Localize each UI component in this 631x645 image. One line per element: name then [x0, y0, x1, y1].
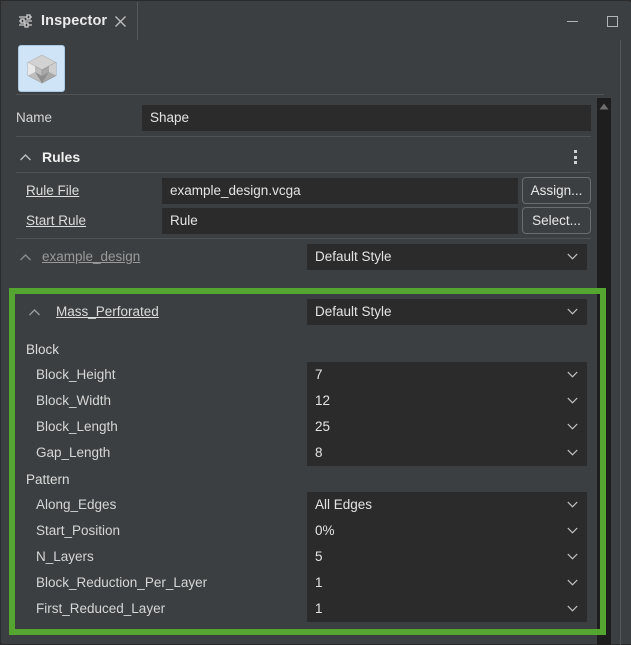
param-row-block-length: Block_Length 25: [16, 414, 591, 440]
param-label-gap-length: Gap_Length: [36, 445, 111, 460]
param-dropdown-along-edges[interactable]: All Edges: [307, 492, 587, 518]
chevron-down-icon: [567, 527, 578, 534]
group-label-block: Block: [26, 342, 60, 357]
param-row-first-reduced-layer: First_Reduced_Layer 1: [16, 596, 591, 622]
rules-section-header[interactable]: Rules: [16, 143, 591, 171]
param-row-start-position: Start_Position 0%: [16, 518, 591, 544]
close-icon[interactable]: [114, 15, 127, 28]
param-dropdown-block-width[interactable]: 12: [307, 388, 587, 414]
param-row-n-layers: N_Layers 5: [16, 544, 591, 570]
chevron-down-icon: [567, 308, 578, 315]
cube-icon[interactable]: [18, 45, 65, 92]
panel-right-edge: [620, 40, 621, 645]
divider-after-rules-header: [16, 172, 591, 173]
chevron-down-icon: [567, 253, 578, 260]
param-label-first-reduced-layer: First_Reduced_Layer: [36, 601, 166, 616]
sliders-icon: [18, 13, 34, 29]
param-label-start-position: Start_Position: [36, 523, 121, 538]
triangle-up-icon[interactable]: [599, 103, 609, 110]
param-label-block-width: Block_Width: [36, 393, 112, 408]
param-value-gap-length: 8: [315, 445, 323, 460]
start-rule-link[interactable]: Start Rule: [26, 206, 86, 236]
example-design-style-dropdown[interactable]: Default Style: [307, 244, 587, 270]
mass-perforated-row: Mass_Perforated Default Style: [16, 297, 591, 327]
rules-section-title: Rules: [42, 149, 81, 165]
mass-perforated-style-dropdown[interactable]: Default Style: [307, 299, 587, 325]
param-dropdown-block-reduction-per-layer[interactable]: 1: [307, 570, 587, 596]
mass-perforated-link[interactable]: Mass_Perforated: [56, 297, 159, 327]
inspector-toolbar: [2, 40, 631, 98]
example-design-style-value: Default Style: [315, 249, 392, 264]
name-row: Name Shape: [16, 103, 591, 133]
chevron-down-icon: [567, 423, 578, 430]
chevron-up-icon[interactable]: [19, 153, 32, 162]
maximize-icon[interactable]: [601, 10, 623, 32]
param-dropdown-block-length[interactable]: 25: [307, 414, 587, 440]
rule-file-link[interactable]: Rule File: [26, 176, 79, 206]
name-input[interactable]: Shape: [142, 105, 591, 131]
tab-inspector-label: Inspector: [41, 13, 108, 29]
divider-after-start-rule: [16, 238, 591, 239]
mass-perforated-style-value: Default Style: [315, 304, 392, 319]
param-value-n-layers: 5: [315, 549, 323, 564]
tab-inspector[interactable]: Inspector: [10, 2, 139, 40]
param-label-block-reduction-per-layer: Block_Reduction_Per_Layer: [36, 575, 208, 590]
param-row-block-reduction-per-layer: Block_Reduction_Per_Layer 1: [16, 570, 591, 596]
chevron-down-icon: [567, 579, 578, 586]
rule-file-row: Rule File example_design.vcga Assign...: [16, 176, 591, 206]
assign-button[interactable]: Assign...: [522, 177, 591, 204]
param-value-start-position: 0%: [315, 523, 335, 538]
minimize-icon[interactable]: [561, 10, 583, 32]
param-dropdown-first-reduced-layer[interactable]: 1: [307, 596, 587, 622]
chevron-down-icon: [567, 553, 578, 560]
param-value-block-width: 12: [315, 393, 331, 408]
param-dropdown-gap-length[interactable]: 8: [307, 440, 587, 466]
param-label-block-height: Block_Height: [36, 367, 116, 382]
param-value-along-edges: All Edges: [315, 497, 373, 512]
rule-file-input[interactable]: example_design.vcga: [162, 178, 518, 204]
inspector-content: Name Shape Rules Rule File example_desig…: [2, 98, 631, 644]
param-dropdown-block-height[interactable]: 7: [307, 362, 587, 388]
chevron-up-icon[interactable]: [19, 253, 32, 262]
param-dropdown-start-position[interactable]: 0%: [307, 518, 587, 544]
param-label-n-layers: N_Layers: [36, 549, 94, 564]
chevron-up-icon[interactable]: [28, 308, 41, 317]
chevron-down-icon: [567, 605, 578, 612]
vertical-scrollbar[interactable]: [597, 98, 611, 645]
param-value-first-reduced-layer: 1: [315, 601, 323, 616]
divider-after-name: [16, 136, 591, 137]
start-rule-row: Start Rule Rule Select...: [16, 206, 591, 236]
chevron-down-icon: [567, 371, 578, 378]
window-controls: [561, 2, 623, 40]
param-row-block-width: Block_Width 12: [16, 388, 591, 414]
kebab-menu-icon[interactable]: [567, 147, 583, 167]
param-value-block-height: 7: [315, 367, 323, 382]
start-rule-input[interactable]: Rule: [162, 208, 518, 234]
example-design-row: example_design Default Style: [16, 242, 591, 272]
param-label-along-edges: Along_Edges: [36, 497, 117, 512]
group-label-pattern: Pattern: [26, 472, 70, 487]
chevron-down-icon: [567, 501, 578, 508]
param-value-block-length: 25: [315, 419, 331, 434]
window-titlebar: Inspector: [2, 2, 631, 41]
toolbar-divider: [16, 94, 604, 95]
example-design-link[interactable]: example_design: [42, 242, 140, 272]
inspector-window: Inspector Name Shape Rules Rule File exa…: [0, 0, 631, 645]
param-label-block-length: Block_Length: [36, 419, 118, 434]
param-row-along-edges: Along_Edges All Edges: [16, 492, 591, 518]
select-button[interactable]: Select...: [522, 207, 591, 234]
name-label: Name: [16, 110, 53, 125]
param-dropdown-n-layers[interactable]: 5: [307, 544, 587, 570]
chevron-down-icon: [567, 449, 578, 456]
chevron-down-icon: [567, 397, 578, 404]
param-row-gap-length: Gap_Length 8: [16, 440, 591, 466]
param-value-block-reduction-per-layer: 1: [315, 575, 323, 590]
param-row-block-height: Block_Height 7: [16, 362, 591, 388]
